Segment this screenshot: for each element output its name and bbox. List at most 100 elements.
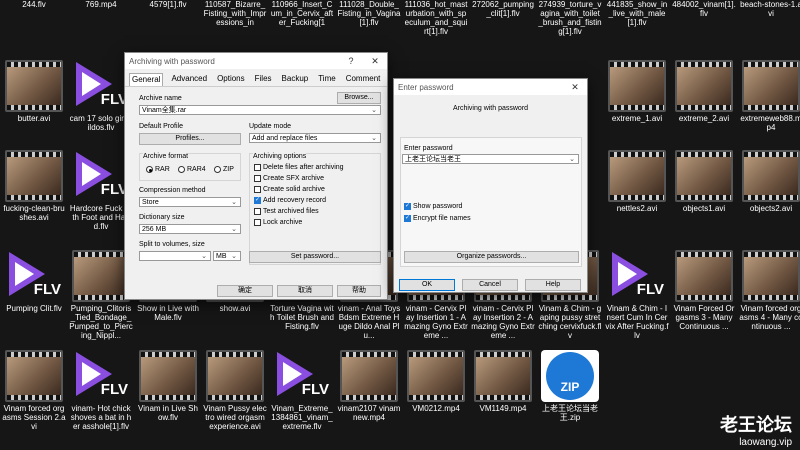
file-tile[interactable]: VM0212.mp4: [404, 346, 468, 440]
checkbox-box[interactable]: [254, 208, 261, 215]
set-password-button[interactable]: Set password...: [249, 251, 381, 263]
file-tile[interactable]: FLV Vinam & Chim - Insert Cum In Cervix A…: [605, 246, 669, 340]
chevron-down-icon[interactable]: ⌄: [231, 225, 237, 234]
file-tile[interactable]: fucking-clean-brushes.avi: [2, 146, 66, 240]
tab-comment[interactable]: Comment: [344, 73, 383, 86]
radio-zip[interactable]: [214, 166, 221, 173]
dictionary-size-value: 256 MB: [142, 226, 167, 233]
format-zip[interactable]: ZIP: [214, 166, 234, 173]
file-tile[interactable]: FLV Vinam_Extreme_1384861_vinam_extreme.f…: [270, 346, 334, 440]
file-label: vinam - Cervix Play Insertion 2 - Amazin…: [471, 304, 535, 340]
video-thumbnail: [608, 150, 666, 202]
option-checkbox[interactable]: Lock archive: [254, 219, 302, 226]
chevron-down-icon[interactable]: ⌄: [201, 252, 207, 261]
file-tile[interactable]: vinam2107 vinam new.mp4: [337, 346, 401, 440]
checkbox-box[interactable]: [254, 175, 261, 182]
ok-button[interactable]: OK: [399, 279, 455, 291]
thumbnail-image: [141, 357, 195, 395]
help-button[interactable]: Help: [525, 279, 581, 291]
split-size-input[interactable]: ⌄: [139, 251, 211, 261]
flv-label: FLV: [100, 381, 128, 398]
help-icon[interactable]: ?: [339, 56, 363, 67]
show-password-checkbox[interactable]: Show password: [404, 202, 462, 210]
option-checkbox[interactable]: Create solid archive: [254, 186, 325, 193]
option-checkbox[interactable]: Delete files after archiving: [254, 164, 344, 171]
file-tile[interactable]: extreme_2.avi: [672, 56, 736, 150]
option-checkbox[interactable]: Test archived files: [254, 208, 319, 215]
checkbox-box[interactable]: [254, 219, 261, 226]
show-password-box[interactable]: [404, 202, 411, 210]
file-label: Torture Vagina with Toilet Brush and Fis…: [270, 304, 334, 331]
thumbnail-image: [744, 67, 798, 105]
organize-passwords-button[interactable]: Organize passwords...: [404, 251, 579, 263]
chevron-down-icon[interactable]: ⌄: [569, 155, 575, 164]
file-tile[interactable]: FLV Pumping Clit.flv: [2, 246, 66, 340]
flv-file-icon: FLV: [273, 350, 331, 402]
checkbox-box[interactable]: [254, 186, 261, 193]
file-tile[interactable]: objects1.avi: [672, 146, 736, 240]
tab-general[interactable]: General: [129, 73, 164, 86]
browse-button[interactable]: Browse...: [337, 92, 381, 104]
file-tile[interactable]: Vinam in Live Show.flv: [136, 346, 200, 440]
video-thumbnail: [5, 350, 63, 402]
radio-rar[interactable]: [146, 166, 153, 173]
file-label: extreme_2.avi: [678, 114, 730, 123]
password-titlebar: Enter password ✕: [394, 79, 587, 95]
encrypt-names-checkbox[interactable]: Encrypt file names: [404, 214, 471, 222]
chevron-down-icon[interactable]: ⌄: [371, 106, 377, 115]
file-label: Vinam Pussy electro wired orgasm experie…: [203, 404, 267, 431]
option-label: Test archived files: [263, 208, 319, 215]
format-rar4-label: RAR4: [187, 166, 206, 173]
file-tile[interactable]: extremeweb88.mp4: [739, 56, 800, 150]
ok-button[interactable]: 确定: [217, 285, 273, 297]
archive-name-input[interactable]: Vinam全集.rar ⌄: [139, 105, 381, 115]
thumbnail-image: [744, 157, 798, 195]
file-tile[interactable]: extreme_1.avi: [605, 56, 669, 150]
tab-options[interactable]: Options: [215, 73, 247, 86]
file-tile[interactable]: Vinam forced orgasms Session 2.avi: [2, 346, 66, 440]
file-tile[interactable]: nettles2.avi: [605, 146, 669, 240]
split-unit-select[interactable]: MB ⌄: [213, 251, 241, 261]
file-label: nettles2.avi: [616, 204, 658, 213]
tab-backup[interactable]: Backup: [280, 73, 311, 86]
close-icon[interactable]: ✕: [363, 56, 387, 67]
format-rar[interactable]: RAR: [146, 166, 170, 173]
format-rar4[interactable]: RAR4: [178, 166, 206, 173]
chevron-down-icon[interactable]: ⌄: [371, 134, 377, 143]
file-tile[interactable]: ZIP 上老王论坛当老王.zip: [538, 346, 602, 440]
radio-rar4[interactable]: [178, 166, 185, 173]
password-input[interactable]: 上老王论坛当老王 ⌄: [402, 154, 579, 164]
file-label: 111028_Double_Fisting_in_Vagina[1].flv: [337, 0, 401, 27]
chevron-down-icon[interactable]: ⌄: [231, 198, 237, 207]
file-tile[interactable]: butter.avi: [2, 56, 66, 150]
encrypt-names-box[interactable]: [404, 214, 411, 222]
flv-file-icon: FLV: [72, 60, 130, 112]
tab-files[interactable]: Files: [253, 73, 274, 86]
tab-time[interactable]: Time: [316, 73, 337, 86]
file-label: Show in Live with Male.flv: [137, 304, 199, 322]
checkbox-box[interactable]: [254, 164, 261, 171]
help-button[interactable]: 帮助: [337, 285, 381, 297]
compression-method-select[interactable]: Store ⌄: [139, 197, 241, 207]
profiles-button[interactable]: Profiles...: [139, 133, 241, 145]
cancel-button[interactable]: 取消: [277, 285, 333, 297]
file-tile[interactable]: FLV vinam- Hot chick shoves a bat in her …: [69, 346, 133, 440]
option-checkbox[interactable]: Create SFX archive: [254, 175, 324, 182]
dictionary-size-select[interactable]: 256 MB ⌄: [139, 224, 241, 234]
video-thumbnail: [675, 60, 733, 112]
checkbox-box[interactable]: [254, 196, 261, 204]
archive-tabs: General Advanced Options Files Backup Time Com…: [125, 69, 387, 87]
file-tile[interactable]: VM1149.mp4: [471, 346, 535, 440]
zip-file-icon: ZIP: [541, 350, 599, 402]
file-tile[interactable]: Vinam Forced Orgasms 3 - Many Continuous…: [672, 246, 736, 340]
file-tile[interactable]: objects2.avi: [739, 146, 800, 240]
file-tile[interactable]: Vinam Pussy electro wired orgasm experie…: [203, 346, 267, 440]
tab-advanced[interactable]: Advanced: [169, 73, 209, 86]
update-mode-select[interactable]: Add and replace files ⌄: [249, 133, 381, 143]
archive-dialog-title: Archiving with password: [129, 56, 215, 66]
file-tile[interactable]: Vinam forced orgasms 4 - Many continuous…: [739, 246, 800, 340]
option-checkbox[interactable]: Add recovery record: [254, 196, 326, 204]
close-icon[interactable]: ✕: [563, 82, 587, 93]
cancel-button[interactable]: Cancel: [462, 279, 518, 291]
chevron-down-icon[interactable]: ⌄: [231, 252, 237, 261]
